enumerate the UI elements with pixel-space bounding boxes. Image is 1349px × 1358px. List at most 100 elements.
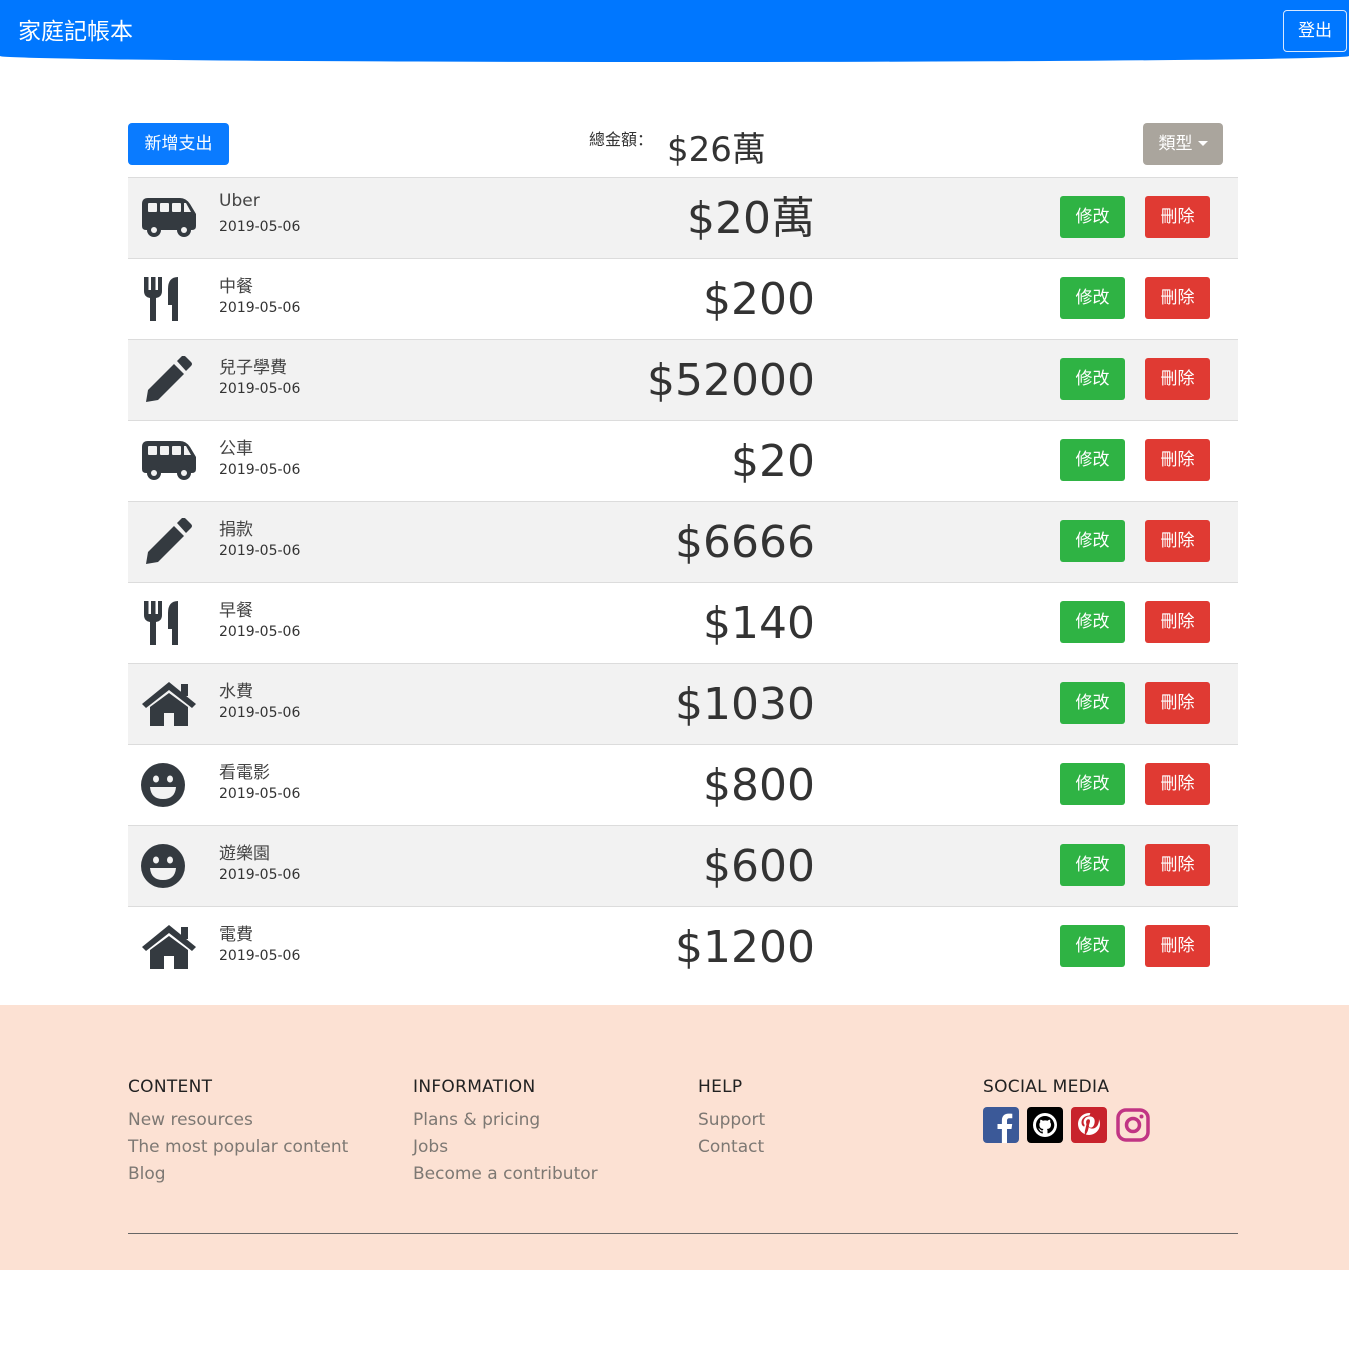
edit-button[interactable]: 修改 <box>1060 439 1125 481</box>
expense-date: 2019-05-06 <box>219 948 301 964</box>
edit-button[interactable]: 修改 <box>1060 682 1125 724</box>
expense-row: Uber 2019-05-06 $20萬 修改 刪除 <box>128 177 1238 258</box>
delete-button[interactable]: 刪除 <box>1145 844 1210 886</box>
footer-column-information: INFORMATION Plans & pricing Jobs Become … <box>413 1077 598 1188</box>
expense-row: 電費 2019-05-06 $1200 修改 刪除 <box>128 906 1238 987</box>
expense-amount: $1200 <box>675 922 815 973</box>
expense-name: 公車 <box>219 439 253 459</box>
expense-name: 電費 <box>219 925 253 945</box>
expense-name: 捐款 <box>219 520 253 540</box>
pencil-icon <box>140 355 198 404</box>
utensils-icon <box>140 275 198 323</box>
pinterest-icon[interactable] <box>1071 1107 1107 1143</box>
expense-date: 2019-05-06 <box>219 300 301 316</box>
expense-row: 看電影 2019-05-06 $800 修改 刪除 <box>128 744 1238 825</box>
edit-button[interactable]: 修改 <box>1060 277 1125 319</box>
home-icon <box>140 923 198 971</box>
delete-button[interactable]: 刪除 <box>1145 601 1210 643</box>
expense-amount: $1030 <box>675 679 815 730</box>
expense-name: 遊樂園 <box>219 844 270 864</box>
expense-name: 水費 <box>219 682 253 702</box>
footer-link[interactable]: The most popular content <box>128 1134 348 1161</box>
expense-date: 2019-05-06 <box>219 462 301 478</box>
app-title[interactable]: 家庭記帳本 <box>18 16 133 48</box>
expense-list: Uber 2019-05-06 $20萬 修改 刪除中餐 2019-05-06 $200 修改… <box>128 177 1238 987</box>
delete-button[interactable]: 刪除 <box>1145 277 1210 319</box>
delete-button[interactable]: 刪除 <box>1145 358 1210 400</box>
footer-link[interactable]: Plans & pricing <box>413 1107 598 1134</box>
footer-heading: HELP <box>698 1077 743 1097</box>
total-amount: $26萬 <box>667 130 766 170</box>
footer-heading: SOCIAL MEDIA <box>983 1077 1110 1097</box>
footer-link[interactable]: Become a contributor <box>413 1161 598 1188</box>
smile-icon <box>140 761 198 809</box>
expense-row: 水費 2019-05-06 $1030 修改 刪除 <box>128 663 1238 744</box>
github-icon[interactable] <box>1027 1107 1063 1143</box>
total-label: 總金額： <box>589 130 654 149</box>
type-filter-dropdown[interactable]: 類型 <box>1143 123 1223 165</box>
expense-name: Uber <box>219 191 260 211</box>
expense-date: 2019-05-06 <box>219 867 301 883</box>
expense-name: 早餐 <box>219 601 253 621</box>
delete-button[interactable]: 刪除 <box>1145 763 1210 805</box>
expense-amount: $6666 <box>675 517 815 568</box>
edit-button[interactable]: 修改 <box>1060 925 1125 967</box>
expense-row: 公車 2019-05-06 $20 修改 刪除 <box>128 420 1238 501</box>
expense-row: 兒子學費 2019-05-06 $52000 修改 刪除 <box>128 339 1238 420</box>
footer-divider <box>128 1233 1238 1234</box>
expense-amount: $600 <box>703 841 815 892</box>
footer-link[interactable]: Contact <box>698 1134 765 1161</box>
expense-amount: $800 <box>703 760 815 811</box>
social-icons <box>983 1107 1151 1143</box>
footer-heading: INFORMATION <box>413 1077 536 1097</box>
edit-button[interactable]: 修改 <box>1060 763 1125 805</box>
instagram-icon[interactable] <box>1115 1107 1151 1143</box>
footer-link[interactable]: New resources <box>128 1107 348 1134</box>
edit-button[interactable]: 修改 <box>1060 520 1125 562</box>
navbar: 家庭記帳本 登出 <box>0 0 1349 62</box>
expense-date: 2019-05-06 <box>219 705 301 721</box>
footer-column-social: SOCIAL MEDIA <box>983 1077 1151 1143</box>
delete-button[interactable]: 刪除 <box>1145 196 1210 238</box>
expense-name: 看電影 <box>219 763 270 783</box>
logout-button[interactable]: 登出 <box>1283 10 1347 52</box>
expense-amount: $200 <box>703 274 815 325</box>
expense-amount: $140 <box>703 598 815 649</box>
edit-button[interactable]: 修改 <box>1060 844 1125 886</box>
delete-button[interactable]: 刪除 <box>1145 925 1210 967</box>
facebook-icon[interactable] <box>983 1107 1019 1143</box>
edit-button[interactable]: 修改 <box>1060 196 1125 238</box>
expense-row: 早餐 2019-05-06 $140 修改 刪除 <box>128 582 1238 663</box>
expense-amount: $52000 <box>647 355 815 406</box>
expense-date: 2019-05-06 <box>219 543 301 559</box>
smile-icon <box>140 842 198 890</box>
delete-button[interactable]: 刪除 <box>1145 520 1210 562</box>
expense-name: 中餐 <box>219 277 253 297</box>
footer-heading: CONTENT <box>128 1077 213 1097</box>
edit-button[interactable]: 修改 <box>1060 358 1125 400</box>
expense-row: 捐款 2019-05-06 $6666 修改 刪除 <box>128 501 1238 582</box>
footer-link[interactable]: Jobs <box>413 1134 598 1161</box>
footer-column-help: HELP Support Contact <box>698 1077 765 1161</box>
footer: CONTENT New resources The most popular c… <box>0 1005 1349 1270</box>
footer-link[interactable]: Support <box>698 1107 765 1134</box>
pencil-icon <box>140 517 198 566</box>
bus-icon <box>140 437 198 485</box>
footer-link[interactable]: Blog <box>128 1161 348 1188</box>
edit-button[interactable]: 修改 <box>1060 601 1125 643</box>
footer-column-content: CONTENT New resources The most popular c… <box>128 1077 348 1188</box>
delete-button[interactable]: 刪除 <box>1145 682 1210 724</box>
type-filter-label: 類型 <box>1158 134 1193 154</box>
utensils-icon <box>140 599 198 647</box>
expense-date: 2019-05-06 <box>219 624 301 640</box>
home-icon <box>140 680 198 728</box>
bus-icon <box>140 194 198 242</box>
expense-row: 中餐 2019-05-06 $200 修改 刪除 <box>128 258 1238 339</box>
expense-row: 遊樂園 2019-05-06 $600 修改 刪除 <box>128 825 1238 906</box>
caret-down-icon <box>1197 141 1208 146</box>
add-expense-button[interactable]: 新增支出 <box>128 123 229 165</box>
delete-button[interactable]: 刪除 <box>1145 439 1210 481</box>
expense-date: 2019-05-06 <box>219 381 301 397</box>
expense-amount: $20 <box>731 436 815 487</box>
expense-date: 2019-05-06 <box>219 786 301 802</box>
